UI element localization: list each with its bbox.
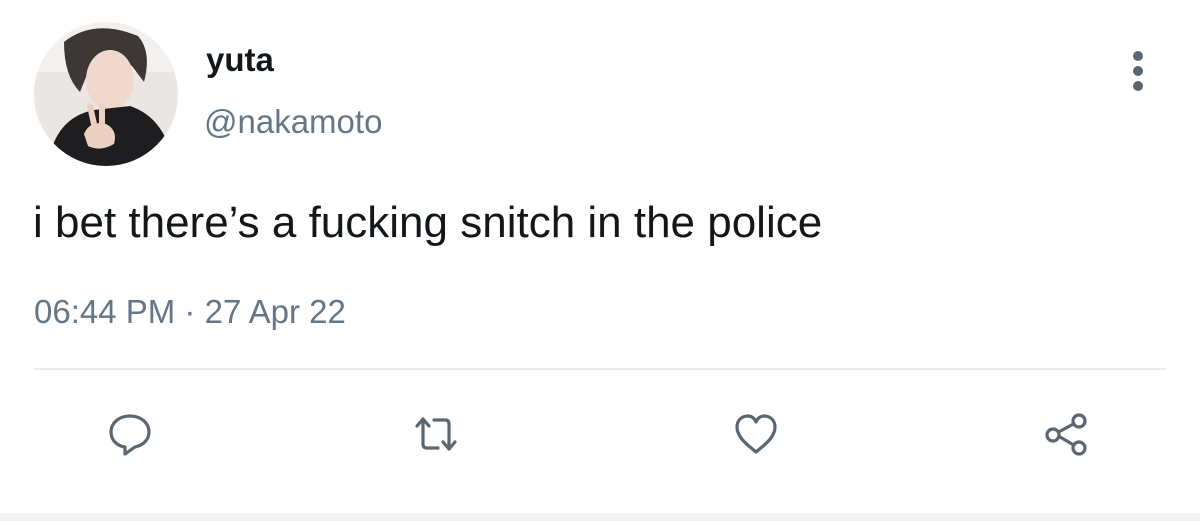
heart-icon — [735, 414, 777, 454]
like-button[interactable] — [732, 410, 780, 458]
share-button[interactable] — [1042, 410, 1090, 458]
avatar[interactable] — [34, 22, 178, 166]
tweet-timestamp[interactable]: 06:44 PM · 27 Apr 22 — [34, 292, 346, 332]
more-options-button[interactable] — [1120, 48, 1156, 94]
display-name[interactable]: yuta — [206, 40, 274, 80]
user-handle[interactable]: @nakamoto — [204, 102, 382, 142]
vertical-dots-icon — [1133, 51, 1143, 91]
tweet-date: 27 Apr 22 — [204, 293, 346, 330]
reply-button[interactable] — [106, 410, 154, 458]
bottom-edge — [0, 513, 1200, 521]
divider — [34, 368, 1166, 370]
retweet-button[interactable] — [412, 410, 460, 458]
share-nodes-icon — [1045, 413, 1087, 456]
retweet-arrows-icon — [415, 417, 457, 451]
tweet-text: i bet there’s a fucking snitch in the po… — [33, 198, 823, 247]
speech-bubble-icon — [109, 414, 151, 456]
avatar-photo — [34, 22, 178, 166]
timestamp-separator: · — [184, 293, 196, 330]
tweet-time: 06:44 PM — [34, 293, 176, 330]
